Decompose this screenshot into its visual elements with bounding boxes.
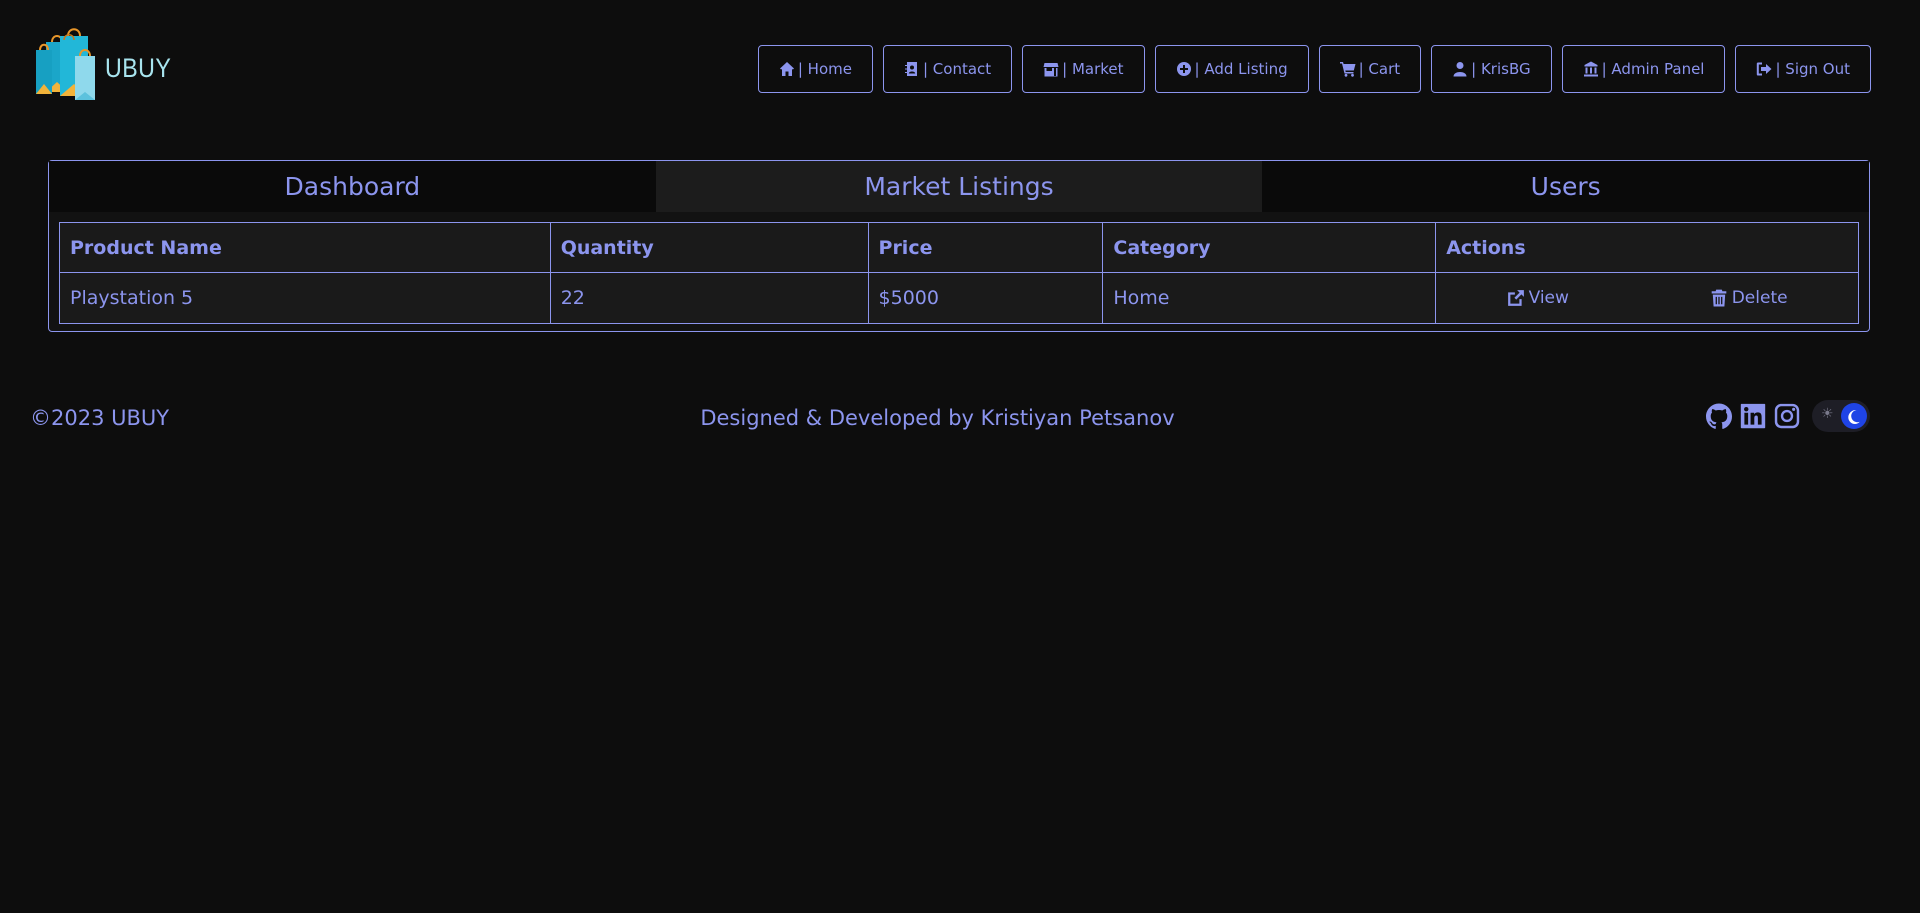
header-quantity: Quantity bbox=[549, 222, 869, 273]
nav-profile-button[interactable]: | KrisBG bbox=[1431, 45, 1552, 93]
nav-sign-out-label: | Sign Out bbox=[1775, 60, 1850, 78]
contact-card-icon bbox=[904, 62, 917, 76]
nav-cart-button[interactable]: | Cart bbox=[1318, 45, 1422, 93]
listings-table: Product Name Quantity Price Category Act… bbox=[59, 222, 1859, 324]
header-product-name: Product Name bbox=[59, 222, 551, 273]
nav-cart-label: | Cart bbox=[1358, 60, 1401, 78]
nav-market-button[interactable]: | Market bbox=[1022, 45, 1145, 93]
instagram-icon[interactable] bbox=[1774, 403, 1800, 429]
nav-profile-label: | KrisBG bbox=[1471, 60, 1531, 78]
user-icon bbox=[1453, 62, 1467, 77]
nav-home-label: | Home bbox=[797, 60, 852, 78]
nav-sign-out-button[interactable]: | Sign Out bbox=[1735, 45, 1871, 93]
shopping-bags-logo-icon bbox=[36, 28, 95, 100]
tab-market-listings[interactable]: Market Listings bbox=[655, 161, 1263, 212]
table-row: Playstation 5 22 $5000 Home View Delete bbox=[59, 272, 1859, 324]
tab-dashboard[interactable]: Dashboard bbox=[49, 161, 656, 212]
plus-circle-icon bbox=[1176, 62, 1191, 76]
cell-product-name: Playstation 5 bbox=[59, 272, 551, 324]
admin-panel-card: Dashboard Market Listings Users Product … bbox=[48, 160, 1870, 332]
cart-icon bbox=[1339, 62, 1356, 77]
cell-actions: View Delete bbox=[1435, 272, 1859, 324]
footer: ©2023 UBUY Designed & Developed by Krist… bbox=[0, 400, 1920, 440]
store-icon bbox=[1043, 63, 1059, 77]
nav-add-listing-label: | Add Listing bbox=[1194, 60, 1288, 78]
view-listing-button[interactable]: View bbox=[1507, 288, 1569, 308]
social-links: ☀ bbox=[1706, 400, 1870, 432]
nav-home-button[interactable]: | Home bbox=[757, 45, 873, 93]
header-price: Price bbox=[867, 222, 1104, 273]
header-category: Category bbox=[1102, 222, 1437, 273]
nav-contact-button[interactable]: | Contact bbox=[882, 45, 1013, 93]
sun-icon: ☀ bbox=[1821, 406, 1834, 422]
sign-out-icon bbox=[1757, 62, 1772, 76]
theme-toggle-knob bbox=[1841, 403, 1867, 429]
cell-category: Home bbox=[1102, 272, 1437, 324]
cell-quantity: 22 bbox=[549, 272, 869, 324]
credit-text: Designed & Developed by Kristiyan Petsan… bbox=[700, 406, 1175, 430]
cell-price: $5000 bbox=[867, 272, 1104, 324]
brand-logo[interactable]: UBUY bbox=[30, 28, 182, 108]
theme-toggle-switch[interactable]: ☀ bbox=[1812, 400, 1870, 432]
trash-icon bbox=[1711, 289, 1727, 307]
nav-admin-panel-button[interactable]: | Admin Panel bbox=[1561, 45, 1726, 93]
tab-users[interactable]: Users bbox=[1262, 161, 1870, 212]
header-actions: Actions bbox=[1435, 222, 1859, 273]
home-icon bbox=[779, 62, 794, 76]
top-navigation: | Home | Contact | Market | Add Listing … bbox=[757, 45, 1871, 93]
listings-table-container: Product Name Quantity Price Category Act… bbox=[59, 222, 1859, 324]
github-icon[interactable] bbox=[1706, 403, 1732, 429]
header: UBUY | Home | Contact | Market | Add Lis… bbox=[0, 0, 1920, 140]
nav-add-listing-button[interactable]: | Add Listing bbox=[1154, 45, 1309, 93]
table-header-row: Product Name Quantity Price Category Act… bbox=[59, 222, 1859, 273]
nav-market-label: | Market bbox=[1062, 60, 1124, 78]
moon-icon bbox=[1848, 410, 1860, 424]
delete-label: Delete bbox=[1731, 288, 1788, 308]
admin-tabs: Dashboard Market Listings Users bbox=[49, 161, 1870, 212]
nav-contact-label: | Contact bbox=[922, 60, 992, 78]
view-label: View bbox=[1528, 288, 1569, 308]
delete-listing-button[interactable]: Delete bbox=[1710, 288, 1788, 308]
bank-icon bbox=[1583, 61, 1598, 77]
nav-admin-panel-label: | Admin Panel bbox=[1601, 60, 1705, 78]
linkedin-icon[interactable] bbox=[1740, 403, 1766, 429]
external-link-icon bbox=[1507, 290, 1524, 306]
brand-name: UBUY bbox=[105, 52, 172, 83]
